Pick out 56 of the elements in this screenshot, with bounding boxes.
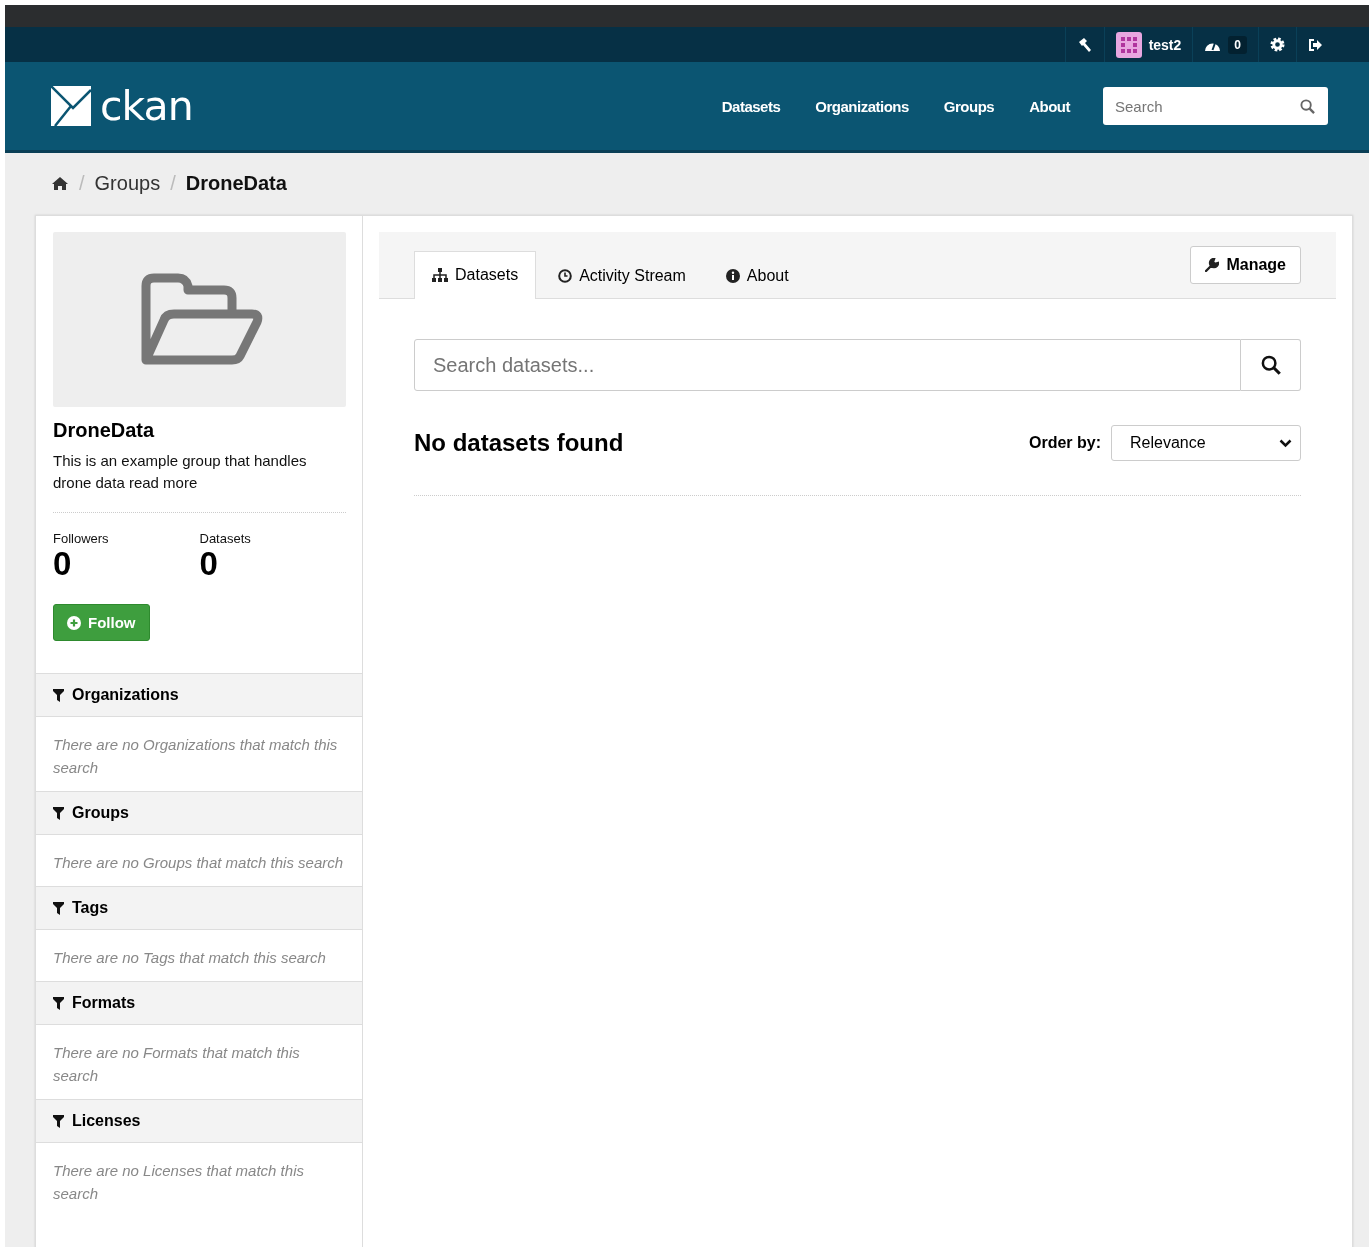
sitemap-icon bbox=[432, 267, 448, 282]
filter-icon bbox=[53, 688, 64, 702]
notification-count: 0 bbox=[1228, 35, 1247, 54]
filter-icon bbox=[53, 901, 64, 915]
nav-link[interactable]: Groups bbox=[943, 97, 995, 115]
info-icon bbox=[725, 269, 740, 283]
stat-value: 0 bbox=[53, 546, 73, 582]
wrench-icon bbox=[1205, 258, 1220, 272]
logout-icon[interactable] bbox=[1308, 37, 1323, 52]
breadcrumb-link[interactable]: DroneData bbox=[185, 171, 287, 195]
facet-title: Tags bbox=[72, 899, 109, 917]
facet-title: Licenses bbox=[72, 1112, 141, 1130]
chevron-icon bbox=[1279, 438, 1292, 448]
clock-icon bbox=[558, 269, 573, 283]
breadcrumb-link[interactable]: Groups bbox=[94, 171, 161, 195]
search-field[interactable]: Search bbox=[1103, 87, 1328, 125]
dataset-search-field[interactable]: Search datasets... bbox=[414, 339, 1241, 391]
nav-link[interactable]: Organizations bbox=[815, 97, 909, 115]
group-description: This is an example group that handles drone data read more bbox=[53, 450, 346, 513]
logo-icon[interactable] bbox=[51, 86, 91, 126]
logo-text[interactable]: ckan bbox=[100, 82, 193, 130]
plus-circle-icon bbox=[67, 615, 81, 630]
facet-title: Groups bbox=[72, 804, 129, 822]
filter-icon bbox=[53, 806, 64, 820]
facet-title: Organizations bbox=[72, 686, 179, 704]
facet-title: Formats bbox=[72, 994, 136, 1012]
tab[interactable]: About bbox=[707, 254, 807, 299]
nav-link[interactable]: About bbox=[1029, 97, 1070, 115]
filter-icon bbox=[53, 996, 64, 1010]
facet-empty-text: There are no Formats that match this search bbox=[52, 1043, 301, 1086]
facet-empty-text: There are no Groups that match this search bbox=[52, 853, 345, 873]
home-icon[interactable] bbox=[51, 175, 69, 191]
order-by-select[interactable]: Relevance bbox=[1111, 425, 1301, 461]
settings-icon[interactable] bbox=[1270, 37, 1285, 52]
hammer-icon[interactable] bbox=[1076, 36, 1093, 53]
results-heading: No datasets found bbox=[414, 429, 625, 457]
order-by-label: Order by: bbox=[1029, 434, 1101, 452]
facet-empty-text: There are no Licenses that match this search bbox=[52, 1161, 305, 1204]
stat-label: Datasets bbox=[199, 531, 252, 546]
facet-empty-text: There are no Organizations that match this search bbox=[52, 735, 339, 778]
group-name: DroneData bbox=[53, 419, 156, 442]
tab[interactable]: Activity Stream bbox=[540, 254, 704, 299]
search-button[interactable] bbox=[1241, 339, 1301, 391]
search-icon[interactable] bbox=[1300, 99, 1315, 114]
stat-label: Followers bbox=[53, 531, 110, 546]
breadcrumb-separator: / bbox=[170, 171, 176, 195]
username-link[interactable]: test2 bbox=[1148, 36, 1182, 53]
facet-empty-text: There are no Tags that match this search bbox=[52, 948, 327, 968]
stat-value: 0 bbox=[199, 546, 219, 582]
nav-link[interactable]: Datasets bbox=[721, 97, 781, 115]
manage-button[interactable]: Manage bbox=[1190, 246, 1301, 284]
breadcrumb-separator: / bbox=[79, 171, 85, 195]
tab[interactable]: Datasets bbox=[414, 251, 537, 299]
search-icon bbox=[1260, 355, 1281, 375]
avatar-icon[interactable] bbox=[1115, 31, 1142, 58]
filter-icon bbox=[53, 1114, 64, 1128]
